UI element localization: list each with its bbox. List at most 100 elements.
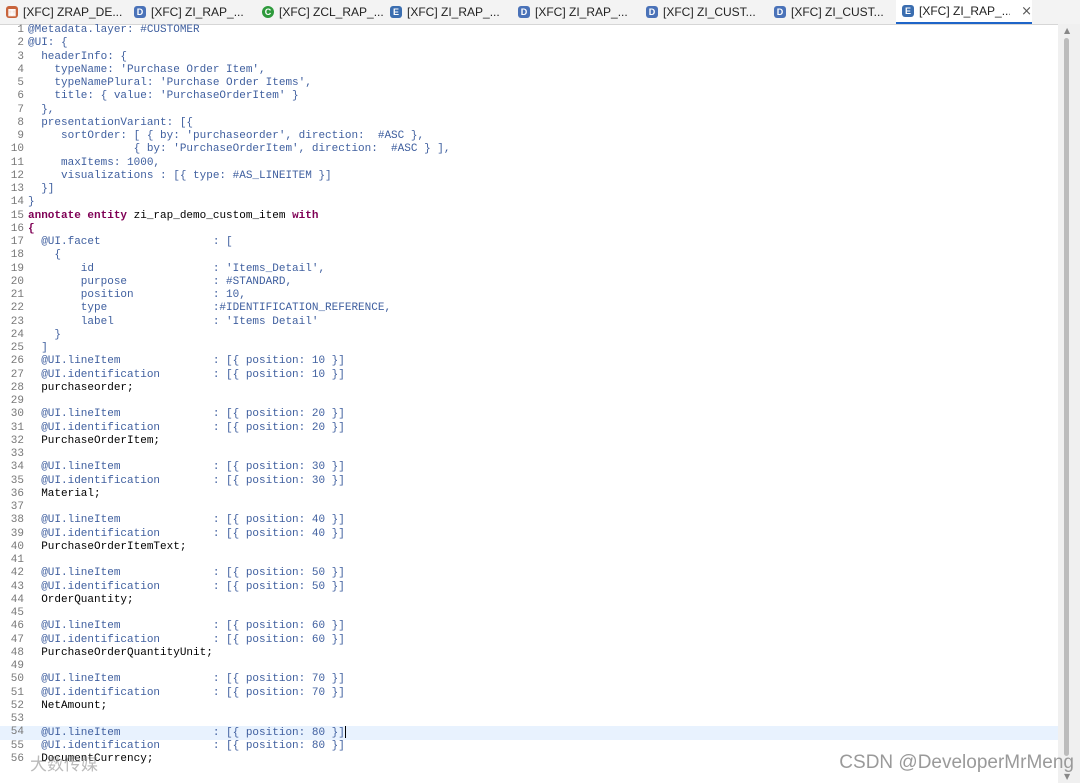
code-editor[interactable]: 1 @Metadata.layer: #CUSTOMER 2 @UI: {3 head… xyxy=(0,24,1058,783)
code-line[interactable]: 29 xyxy=(0,395,1058,408)
code-line[interactable]: 46 @UI.lineItem : [{ position: 60 }] xyxy=(0,620,1058,633)
code-line[interactable]: 45 xyxy=(0,607,1058,620)
code-line[interactable]: 23 label : 'Items Detail' xyxy=(0,316,1058,329)
code-text: purchaseorder; xyxy=(28,382,133,395)
code-token: @UI.identification : [{ position: 40 }] xyxy=(28,527,345,540)
code-token: @UI.lineItem : [{ position: 20 }] xyxy=(28,408,345,421)
scrollbar-thumb[interactable] xyxy=(1064,38,1069,756)
code-line[interactable]: 21 position : 10, xyxy=(0,289,1058,302)
code-line[interactable]: 9 sortOrder: [ { by: 'purchaseorder', di… xyxy=(0,130,1058,143)
code-line[interactable]: 44 OrderQuantity; xyxy=(0,594,1058,607)
class-icon: C xyxy=(262,6,274,18)
code-token: id : 'Items_Detail', xyxy=(28,262,326,275)
line-number: 52 xyxy=(10,699,24,712)
code-line[interactable]: 38 @UI.lineItem : [{ position: 40 }] xyxy=(0,514,1058,527)
line-number: 47 xyxy=(10,633,24,646)
code-line[interactable]: 28 purchaseorder; xyxy=(0,382,1058,395)
editor-tab-2[interactable]: D [XFC] ZI_RAP_... xyxy=(128,0,256,24)
line-number: 39 xyxy=(10,527,24,540)
code-token: Material; xyxy=(28,487,101,500)
code-text: annotate entity zi_rap_demo_custom_item … xyxy=(28,210,318,223)
code-line[interactable]: 27 @UI.identification : [{ position: 10 … xyxy=(0,369,1058,382)
code-line[interactable]: 11 maxItems: 1000, xyxy=(0,157,1058,170)
code-line[interactable]: 43 @UI.identification : [{ position: 50 … xyxy=(0,581,1058,594)
code-line[interactable]: 19 id : 'Items_Detail', xyxy=(0,263,1058,276)
code-line[interactable]: 16 { xyxy=(0,223,1058,236)
code-line[interactable]: 24 } xyxy=(0,329,1058,342)
line-number: 41 xyxy=(10,554,24,566)
code-token: zi_rap_demo_custom_item xyxy=(133,209,293,222)
code-line[interactable]: 8 presentationVariant: [{ xyxy=(0,117,1058,130)
code-line[interactable]: 55 @UI.identification : [{ position: 80 … xyxy=(0,740,1058,753)
line-number: 20 xyxy=(10,275,24,288)
code-line[interactable]: 22 type :#IDENTIFICATION_REFERENCE, xyxy=(0,302,1058,315)
code-text: @UI.lineItem : [{ position: 10 }] xyxy=(28,355,345,368)
editor-tab-8[interactable]: E [XFC] ZI_RAP_... × xyxy=(896,0,1032,24)
editor-tab-7[interactable]: D [XFC] ZI_CUST... xyxy=(768,0,896,24)
code-text: }] xyxy=(28,183,54,196)
editor-tab-6[interactable]: D [XFC] ZI_CUST... xyxy=(640,0,768,24)
code-line[interactable]: 52 NetAmount; xyxy=(0,700,1058,713)
code-line[interactable]: 5 typeNamePlural: 'Purchase Order Items'… xyxy=(0,77,1058,90)
editor-tab-1[interactable]: ▦ [XFC] ZRAP_DE... xyxy=(0,0,128,24)
line-number: 55 xyxy=(10,739,24,752)
editor-tab-5[interactable]: D [XFC] ZI_RAP_... xyxy=(512,0,640,24)
code-line[interactable]: 18 { xyxy=(0,249,1058,262)
code-token: @UI.identification : [{ position: 60 }] xyxy=(28,633,345,646)
code-line[interactable]: 1 @Metadata.layer: #CUSTOMER xyxy=(0,24,1058,37)
code-line[interactable]: 39 @UI.identification : [{ position: 40 … xyxy=(0,528,1058,541)
line-number: 33 xyxy=(10,448,24,460)
code-line[interactable]: 50 @UI.lineItem : [{ position: 70 }] xyxy=(0,673,1058,686)
code-text: @UI.identification : [{ position: 10 }] xyxy=(28,369,345,382)
code-line[interactable]: 48 PurchaseOrderQuantityUnit; xyxy=(0,647,1058,660)
code-line[interactable]: 4 typeName: 'Purchase Order Item', xyxy=(0,64,1058,77)
code-text: @UI.identification : [{ position: 40 }] xyxy=(28,528,345,541)
close-tab-icon[interactable]: × xyxy=(1021,4,1032,19)
code-line[interactable]: 40 PurchaseOrderItemText; xyxy=(0,541,1058,554)
line-number: 44 xyxy=(10,593,24,606)
code-line[interactable]: 34 @UI.lineItem : [{ position: 30 }] xyxy=(0,461,1058,474)
code-line[interactable]: 3 headerInfo: { xyxy=(0,51,1058,64)
data-definition-icon: D xyxy=(774,6,786,18)
code-line[interactable]: 36 Material; xyxy=(0,488,1058,501)
code-text: }, xyxy=(28,104,54,117)
code-line[interactable]: 7 }, xyxy=(0,104,1058,117)
code-text: purpose : #STANDARD, xyxy=(28,276,292,289)
code-line[interactable]: 33 xyxy=(0,448,1058,461)
code-line[interactable]: 17 @UI.facet : [ xyxy=(0,236,1058,249)
editor-tab-4[interactable]: E [XFC] ZI_RAP_... xyxy=(384,0,512,24)
code-line[interactable]: 49 xyxy=(0,660,1058,673)
code-line[interactable]: 37 xyxy=(0,501,1058,514)
code-line[interactable]: 15 annotate entity zi_rap_demo_custom_ite… xyxy=(0,210,1058,223)
code-line[interactable]: 42 @UI.lineItem : [{ position: 50 }] xyxy=(0,567,1058,580)
line-number: 30 xyxy=(10,408,24,421)
code-line[interactable]: 14} xyxy=(0,196,1058,209)
code-line[interactable]: 12 visualizations : [{ type: #AS_LINEITE… xyxy=(0,170,1058,183)
scroll-up-arrow-icon[interactable]: ▲ xyxy=(1064,26,1070,35)
code-token: @UI.identification : [{ position: 20 }] xyxy=(28,421,345,434)
code-line[interactable]: 53 xyxy=(0,713,1058,726)
code-line[interactable]: 31 @UI.identification : [{ position: 20 … xyxy=(0,422,1058,435)
metadata-extension-icon: E xyxy=(902,5,914,17)
code-line[interactable]: 35 @UI.identification : [{ position: 30 … xyxy=(0,475,1058,488)
code-line[interactable]: 13 }] xyxy=(0,183,1058,196)
line-number: 53 xyxy=(10,713,24,725)
code-text: title: { value: 'PurchaseOrderItem' } xyxy=(28,90,298,103)
code-token: @UI.facet : [ xyxy=(28,236,233,248)
code-line[interactable]: 41 xyxy=(0,554,1058,567)
code-line[interactable]: 54 @UI.lineItem : [{ position: 80 }] xyxy=(0,726,1058,740)
code-line[interactable]: 6 title: { value: 'PurchaseOrderItem' } xyxy=(0,90,1058,103)
editor-tab-3[interactable]: C [XFC] ZCL_RAP_... xyxy=(256,0,384,24)
code-line[interactable]: 51 @UI.identification : [{ position: 70 … xyxy=(0,687,1058,700)
line-number: 32 xyxy=(10,434,24,447)
code-line[interactable]: 26 @UI.lineItem : [{ position: 10 }] xyxy=(0,355,1058,368)
code-line[interactable]: 25 ] xyxy=(0,342,1058,355)
code-line[interactable]: 47 @UI.identification : [{ position: 60 … xyxy=(0,634,1058,647)
code-line[interactable]: 30 @UI.lineItem : [{ position: 20 }] xyxy=(0,408,1058,421)
code-token: annotate entity xyxy=(28,209,134,222)
code-line[interactable]: 2 @UI: { xyxy=(0,37,1058,50)
vertical-scrollbar[interactable]: ▲ ▼ xyxy=(1058,24,1080,783)
code-line[interactable]: 20 purpose : #STANDARD, xyxy=(0,276,1058,289)
code-line[interactable]: 10 { by: 'PurchaseOrderItem', direction:… xyxy=(0,143,1058,156)
code-line[interactable]: 32 PurchaseOrderItem; xyxy=(0,435,1058,448)
